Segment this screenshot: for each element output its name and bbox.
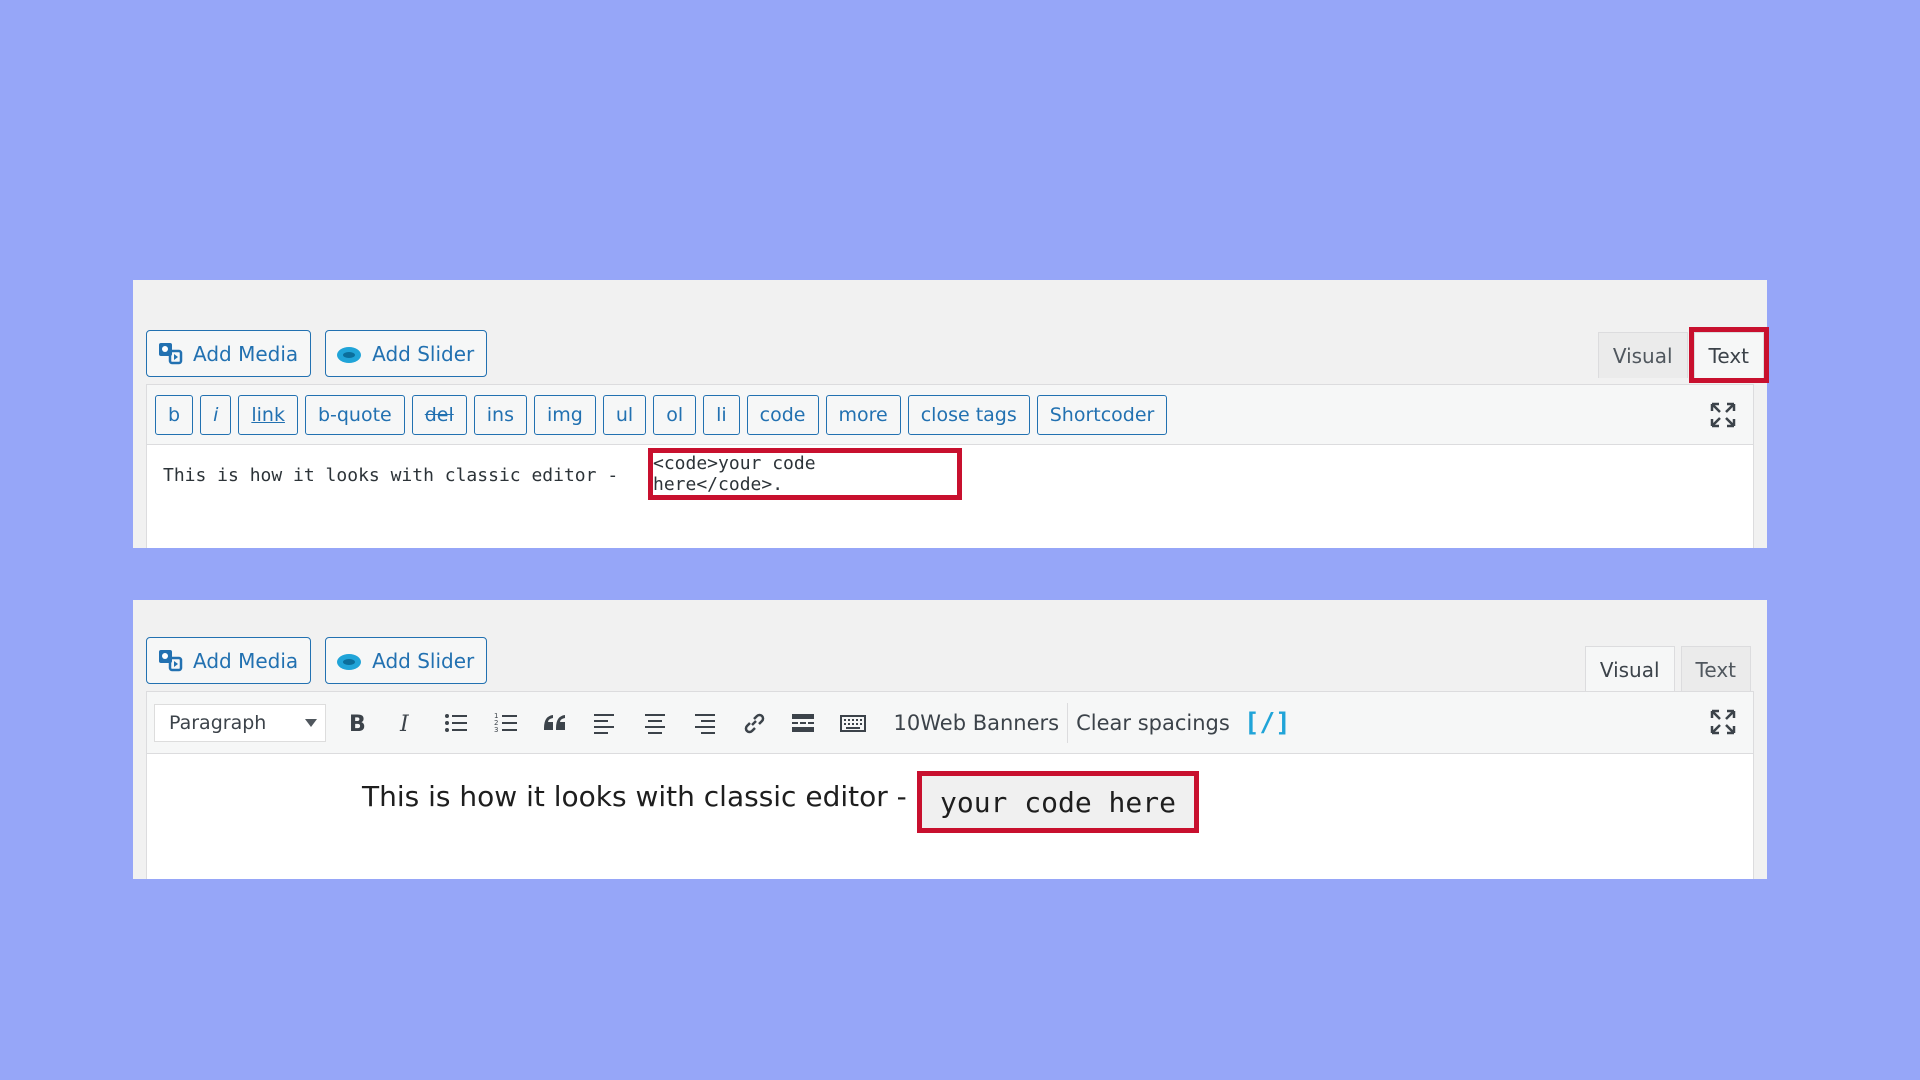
text-mode-editor-panel: Add Media Add Slider Visual Text b i lin… — [133, 280, 1770, 548]
highlighted-code-markup: <code>your code here</code>. — [648, 448, 962, 500]
fullscreen-icon[interactable] — [1709, 708, 1737, 736]
content-text: This is how it looks with classic editor… — [362, 780, 907, 813]
tab-text[interactable]: Text — [1688, 327, 1770, 383]
bold-icon[interactable]: B — [340, 706, 374, 740]
chevron-down-icon — [305, 718, 317, 727]
media-icon — [159, 649, 183, 671]
highlighted-code-rendered: your code here — [917, 771, 1199, 833]
text-editor-content[interactable]: This is how it looks with classic editor… — [147, 445, 1753, 545]
visual-editor-area: Paragraph B I 123 10Web Banners Clear sp… — [146, 691, 1754, 879]
numbered-list-icon[interactable]: 123 — [489, 706, 523, 740]
add-slider-button[interactable]: Add Slider — [325, 637, 488, 684]
add-media-label: Add Media — [193, 648, 299, 673]
quicktag-ul-button[interactable]: ul — [602, 394, 647, 435]
media-icon — [159, 342, 183, 364]
quicktag-bquote-button[interactable]: b-quote — [304, 394, 405, 435]
quicktags-toolbar: b i link b-quote del ins img ul ol li co… — [147, 385, 1753, 445]
add-media-label: Add Media — [193, 341, 299, 366]
svg-text:B: B — [349, 712, 366, 736]
tab-visual[interactable]: Visual — [1597, 332, 1688, 378]
bullet-list-icon[interactable] — [439, 706, 473, 740]
format-select[interactable]: Paragraph — [154, 703, 326, 742]
tinymce-toolbar: Paragraph B I 123 10Web Banners Clear sp… — [147, 692, 1753, 754]
clear-spacings-button[interactable]: Clear spacings — [1068, 711, 1238, 735]
align-right-icon[interactable] — [687, 706, 721, 740]
quicktag-shortcoder-button[interactable]: Shortcoder — [1036, 394, 1168, 435]
visual-editor-content[interactable]: This is how it looks with classic editor… — [147, 754, 1753, 884]
quicktag-close-tags-button[interactable]: close tags — [907, 394, 1030, 435]
align-center-icon[interactable] — [638, 706, 672, 740]
add-media-button[interactable]: Add Media — [146, 637, 312, 684]
quicktag-more-button[interactable]: more — [825, 394, 901, 435]
slider-icon — [337, 653, 362, 670]
fullscreen-icon[interactable] — [1709, 401, 1737, 429]
content-text: This is how it looks with classic editor… — [163, 465, 629, 486]
add-slider-label: Add Slider — [372, 341, 475, 366]
add-slider-label: Add Slider — [372, 648, 475, 673]
visual-mode-editor-panel: Add Media Add Slider Visual Text Paragra… — [133, 600, 1767, 879]
quicktag-link-button[interactable]: link — [238, 394, 298, 435]
svg-text:I: I — [399, 712, 410, 736]
add-media-button[interactable]: Add Media — [146, 330, 312, 377]
align-left-icon[interactable] — [588, 706, 622, 740]
quicktag-li-button[interactable]: li — [703, 394, 740, 435]
add-slider-button[interactable]: Add Slider — [325, 330, 488, 377]
keyboard-icon[interactable] — [836, 706, 870, 740]
blockquote-icon[interactable] — [538, 706, 572, 740]
editor-tabs: Visual Text — [1579, 646, 1751, 692]
svg-text:3: 3 — [494, 726, 498, 734]
editor-tabs: Visual Text — [1592, 327, 1770, 383]
read-more-icon[interactable] — [786, 706, 820, 740]
quicktag-del-button[interactable]: del — [411, 394, 467, 435]
link-icon[interactable] — [737, 706, 771, 740]
shortcoder-icon[interactable]: [/] — [1238, 708, 1297, 738]
quicktag-bold-button[interactable]: b — [155, 394, 194, 435]
tab-text[interactable]: Text — [1680, 646, 1751, 692]
10web-banners-button[interactable]: 10Web Banners — [886, 711, 1068, 735]
slider-icon — [337, 346, 362, 363]
media-buttons: Add Media Add Slider — [146, 637, 488, 684]
text-editor-area: b i link b-quote del ins img ul ol li co… — [146, 384, 1754, 548]
format-select-value: Paragraph — [169, 711, 267, 734]
tab-visual[interactable]: Visual — [1584, 646, 1675, 692]
quicktag-ins-button[interactable]: ins — [473, 394, 528, 435]
italic-icon[interactable]: I — [390, 706, 424, 740]
quicktag-img-button[interactable]: img — [534, 394, 596, 435]
media-buttons: Add Media Add Slider — [146, 330, 488, 377]
quicktag-ol-button[interactable]: ol — [653, 394, 697, 435]
quicktag-italic-button[interactable]: i — [200, 394, 232, 435]
quicktag-code-button[interactable]: code — [746, 394, 819, 435]
